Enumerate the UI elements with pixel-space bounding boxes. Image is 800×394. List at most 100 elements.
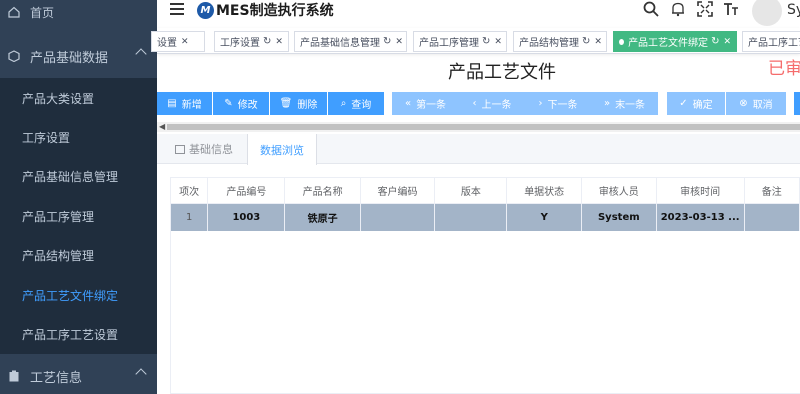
- sidebar-item-product-info[interactable]: 产品基础信息管理: [0, 156, 157, 196]
- refresh-icon[interactable]: ↻: [711, 36, 719, 47]
- close-circle-icon: ⊗: [739, 98, 748, 109]
- chevron-up-icon: [135, 48, 147, 60]
- hamburger-icon[interactable]: [170, 3, 184, 15]
- app-title: MES制造执行系统: [216, 3, 334, 19]
- bell-icon[interactable]: [670, 1, 686, 17]
- table-cell[interactable]: System: [581, 203, 657, 231]
- home-icon: [8, 6, 20, 18]
- sidebar-item-craft-info[interactable]: 工艺信息: [0, 356, 157, 394]
- column-header[interactable]: 审核人员: [581, 178, 657, 204]
- sidebar-item-product-base-data[interactable]: 产品基础数据: [0, 36, 157, 76]
- query-button[interactable]: ⌕ 查询: [328, 92, 384, 115]
- chevron-up-icon: [135, 368, 147, 380]
- add-button[interactable]: ▤ 新增: [157, 92, 212, 115]
- column-header[interactable]: 产品编号: [207, 178, 286, 204]
- table-cell[interactable]: [360, 203, 436, 231]
- sidebar-item-label: 工序设置: [22, 130, 71, 145]
- table-cell[interactable]: 1: [171, 203, 209, 231]
- sidebar-item-home[interactable]: 首页: [0, 0, 157, 32]
- table-row[interactable]: 1 1003 铁原子 Y System 2023-03-13 ...: [171, 203, 800, 231]
- double-left-icon: «: [404, 98, 412, 109]
- column-header[interactable]: 客户编码: [360, 178, 436, 204]
- top-header: M MES制造执行系统 Sy: [157, 0, 800, 26]
- tab-basic-info[interactable]: 基础信息: [163, 134, 245, 164]
- sidebar-item-label: 产品结构管理: [22, 248, 95, 263]
- sidebar-item-product-structure[interactable]: 产品结构管理: [0, 235, 157, 275]
- tag-product-structure[interactable]: 产品结构管理 ↻ ✕: [513, 31, 607, 52]
- active-dot-icon: [619, 38, 625, 45]
- table-cell[interactable]: [744, 203, 800, 231]
- sidebar-item-process-craft-settings[interactable]: 产品工序工艺设置: [0, 314, 157, 354]
- table-cell[interactable]: 2023-03-13 ...: [656, 203, 745, 231]
- column-header[interactable]: 版本: [434, 178, 508, 204]
- close-icon[interactable]: ✕: [494, 37, 502, 47]
- tag-process-settings[interactable]: 工序设置 ↻ ✕: [214, 31, 289, 52]
- column-header[interactable]: 单据状态: [506, 178, 582, 204]
- refresh-icon[interactable]: ↻: [263, 36, 271, 47]
- sidebar-item-product-category[interactable]: 产品大类设置: [0, 78, 157, 118]
- avatar[interactable]: [752, 0, 782, 26]
- delete-icon: 🗑: [279, 98, 293, 109]
- sidebar-item-label: 产品基础数据: [30, 50, 109, 66]
- refresh-icon[interactable]: ↻: [582, 36, 590, 47]
- tag-product-info[interactable]: 产品基础信息管理 ↻ ✕: [294, 31, 407, 52]
- sidebar-item-label: 产品工序工艺设置: [22, 327, 119, 342]
- confirm-button[interactable]: ✓ 确定: [667, 92, 725, 115]
- refresh-icon[interactable]: ↻: [482, 36, 490, 47]
- table-cell[interactable]: 铁原子: [284, 203, 361, 231]
- calendar-icon: [175, 144, 185, 154]
- last-record-button[interactable]: » 末一条: [591, 92, 658, 115]
- sidebar-item-product-process[interactable]: 产品工序管理: [0, 196, 157, 236]
- tag-process-craft[interactable]: 产品工序工艺: [742, 31, 800, 52]
- close-icon[interactable]: ✕: [594, 37, 602, 47]
- column-header[interactable]: 备注: [744, 178, 800, 204]
- table-cell[interactable]: 1003: [207, 203, 286, 231]
- tag-settings[interactable]: 设置 ✕: [151, 31, 205, 52]
- user-name[interactable]: Sy: [787, 2, 800, 18]
- close-icon[interactable]: ✕: [395, 37, 403, 47]
- data-grid: 项次 产品编号 产品名称 客户编码 版本 单据状态 审核人员 审核时间 备注 1…: [170, 177, 800, 394]
- table-cell[interactable]: Y: [506, 203, 582, 231]
- fullscreen-icon[interactable]: [697, 1, 713, 17]
- form-tabs: 基础信息 数据浏览: [157, 134, 800, 165]
- tab-data-browse[interactable]: 数据浏览: [247, 134, 317, 165]
- sidebar-item-process-file-binding[interactable]: 产品工艺文件绑定: [0, 275, 157, 315]
- page-title: 产品工艺文件: [448, 62, 556, 83]
- font-size-icon[interactable]: [723, 1, 739, 17]
- close-icon[interactable]: ✕: [181, 37, 189, 47]
- delete-button[interactable]: 🗑 删除: [270, 92, 327, 115]
- refresh-icon[interactable]: ↻: [383, 36, 391, 47]
- prev-record-button[interactable]: ‹ 上一条: [459, 92, 525, 115]
- sidebar-item-label: 产品基础信息管理: [22, 169, 119, 184]
- tag-process-file-binding[interactable]: 产品工艺文件绑定 ↻ ✕: [613, 31, 737, 52]
- more-button[interactable]: [794, 92, 800, 115]
- column-header[interactable]: 审核时间: [656, 178, 745, 204]
- tag-label: 产品结构管理: [519, 38, 579, 49]
- scrollbar-thumb[interactable]: [167, 124, 800, 130]
- sidebar-item-label: 工艺信息: [30, 370, 83, 386]
- check-circle-icon: ✓: [679, 98, 688, 109]
- next-record-button[interactable]: › 下一条: [525, 92, 591, 115]
- tag-label: 工序设置: [220, 38, 260, 49]
- logo-mark: M: [197, 1, 214, 19]
- clipboard-icon: [9, 370, 19, 382]
- table-cell[interactable]: [434, 203, 508, 231]
- tag-product-process[interactable]: 产品工序管理 ↻ ✕: [413, 31, 507, 52]
- sidebar-item-label: 产品工艺文件绑定: [22, 288, 119, 303]
- cancel-button[interactable]: ⊗ 取消: [726, 92, 786, 115]
- column-header[interactable]: 产品名称: [284, 178, 361, 204]
- edit-button[interactable]: ✎ 修改: [213, 92, 269, 115]
- tag-label: 设置: [157, 38, 177, 49]
- tag-label: 产品基础信息管理: [300, 38, 380, 49]
- chevron-right-icon: ›: [538, 98, 543, 109]
- app-logo: M MES制造执行系统: [197, 0, 334, 20]
- sidebar-item-process-settings[interactable]: 工序设置: [0, 117, 157, 157]
- horizontal-scrollbar[interactable]: ◀: [157, 122, 800, 132]
- column-header[interactable]: 项次: [171, 178, 209, 204]
- close-icon[interactable]: ✕: [723, 37, 731, 47]
- search-icon[interactable]: [643, 1, 659, 17]
- table-header-row: 项次 产品编号 产品名称 客户编码 版本 单据状态 审核人员 审核时间 备注: [171, 178, 800, 204]
- close-icon[interactable]: ✕: [275, 37, 283, 47]
- scroll-left-icon[interactable]: ◀: [159, 122, 165, 131]
- first-record-button[interactable]: «第一条: [392, 92, 459, 115]
